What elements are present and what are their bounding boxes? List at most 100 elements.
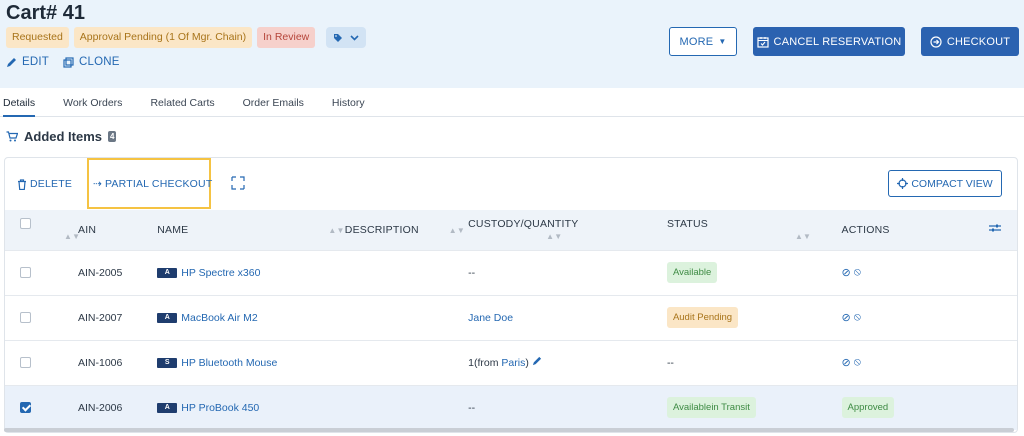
cancel-reservation-label: CANCEL RESERVATION xyxy=(773,35,902,48)
tab-details[interactable]: Details xyxy=(3,88,36,117)
more-button[interactable]: MORE ▼ xyxy=(669,27,737,56)
sort-icon[interactable]: ▲▼ xyxy=(64,232,80,241)
checkout-label: CHECKOUT xyxy=(946,35,1011,48)
reject-icon[interactable]: ⦸ xyxy=(854,311,861,324)
pencil-icon[interactable] xyxy=(532,356,542,366)
approve-icon[interactable]: ⊘ xyxy=(842,266,851,279)
item-name-link[interactable]: HP Spectre x360 xyxy=(181,267,260,279)
item-name-link[interactable]: HP Bluetooth Mouse xyxy=(181,357,277,369)
compact-view-button[interactable]: COMPACT VIEW xyxy=(888,170,1002,197)
cancel-reservation-button[interactable]: CANCEL RESERVATION xyxy=(753,27,905,56)
items-table: ▲▼ AIN NAME ▲▼ DESCRIPTION ▲▼ CUSTODY/QUAN… xyxy=(5,210,1017,430)
in-review-badge: In Review xyxy=(257,27,316,48)
tab-history[interactable]: History xyxy=(332,88,365,117)
row-checkbox[interactable] xyxy=(20,402,31,414)
tab-bar: Details Work Orders Related Carts Order … xyxy=(0,88,1024,117)
added-items-heading: Added Items 4 xyxy=(6,129,117,144)
added-items-title: Added Items xyxy=(24,129,103,144)
approve-icon[interactable]: ⊘ xyxy=(842,311,851,324)
asset-type-tag: A xyxy=(157,312,178,323)
status-badge: Audit Pending xyxy=(666,307,739,328)
clone-button[interactable]: CLONE xyxy=(63,56,120,68)
clone-label: CLONE xyxy=(79,56,120,68)
asset-type-tag: A xyxy=(157,402,178,413)
column-header-custody[interactable]: CUSTODY/QUANTITY xyxy=(468,218,578,230)
reject-icon[interactable]: ⦸ xyxy=(854,266,861,279)
asset-type-tag: S xyxy=(157,357,178,368)
arrow-right-icon: ⇢ xyxy=(93,178,102,190)
column-header-name[interactable]: NAME xyxy=(157,224,188,236)
compact-view-label: COMPACT VIEW xyxy=(911,177,993,190)
custody-cell: -- xyxy=(468,249,667,295)
row-checkbox[interactable] xyxy=(20,357,31,369)
tab-work-orders[interactable]: Work Orders xyxy=(63,88,122,117)
row-actions: ⊘ ⦸ xyxy=(842,356,861,369)
custody-cell: -- xyxy=(468,384,667,430)
page-title: Cart# 41 xyxy=(6,2,85,24)
custody-cell: 1(from Paris) xyxy=(468,339,667,385)
approve-icon[interactable]: ⊘ xyxy=(842,356,851,369)
sort-icon[interactable]: ▲▼ xyxy=(449,226,465,235)
table-header-row: ▲▼ AIN NAME ▲▼ DESCRIPTION ▲▼ CUSTODY/QUAN… xyxy=(5,210,1017,250)
pencil-icon xyxy=(7,57,16,67)
custody-close-paren: ) xyxy=(525,357,529,369)
table-row[interactable]: AIN-2005 A HP Spectre x360 -- Available ⊘… xyxy=(5,249,1017,295)
column-header-description[interactable]: DESCRIPTION xyxy=(345,224,419,236)
items-card: DELETE ⇢ PARTIAL CHECKOUT COMPACT VIEW ▲… xyxy=(4,157,1018,433)
cart-header: Cart# 41 Requested Approval Pending (1 O… xyxy=(0,0,1024,88)
swap-view-button[interactable] xyxy=(231,176,245,190)
location-link[interactable]: Paris xyxy=(501,357,525,369)
row-checkbox[interactable] xyxy=(20,312,31,324)
partial-checkout-button[interactable]: ⇢ PARTIAL CHECKOUT xyxy=(93,178,212,190)
more-label: MORE xyxy=(679,35,714,48)
table-row[interactable]: AIN-2006 A HP ProBook 450 -- Availablein … xyxy=(5,384,1017,430)
status-badge: Available xyxy=(666,262,718,283)
ain-cell: AIN-2006 xyxy=(78,384,158,430)
row-actions: ⊘ ⦸ xyxy=(842,266,861,279)
trash-icon xyxy=(18,178,26,190)
column-header-ain[interactable]: AIN xyxy=(78,224,96,236)
custody-quantity-text: 1(from xyxy=(468,357,502,369)
item-name-link[interactable]: MacBook Air M2 xyxy=(181,312,257,324)
horizontal-scrollbar[interactable] xyxy=(4,428,1014,432)
caret-down-icon: ▼ xyxy=(718,37,727,46)
sort-icon[interactable]: ▲▼ xyxy=(328,226,344,235)
custodian-link[interactable]: Jane Doe xyxy=(468,312,513,324)
table-row[interactable]: AIN-1006 S HP Bluetooth Mouse 1(from Pari… xyxy=(5,339,1017,385)
items-toolbar: DELETE ⇢ PARTIAL CHECKOUT COMPACT VIEW xyxy=(5,158,1017,209)
checkout-button[interactable]: CHECKOUT xyxy=(921,27,1019,56)
tab-related-carts[interactable]: Related Carts xyxy=(150,88,214,117)
edit-label: EDIT xyxy=(22,56,49,68)
delete-button[interactable]: DELETE xyxy=(17,178,72,190)
partial-checkout-label: PARTIAL CHECKOUT xyxy=(105,178,213,190)
approved-badge: Approved xyxy=(841,397,895,419)
clone-icon xyxy=(63,56,74,68)
approval-pending-badge: Approval Pending (1 Of Mgr. Chain) xyxy=(73,27,253,48)
edit-button[interactable]: EDIT xyxy=(6,56,49,68)
reject-icon[interactable]: ⦸ xyxy=(854,356,861,369)
select-all-checkbox[interactable] xyxy=(20,218,31,230)
chevron-down-icon xyxy=(350,34,359,41)
item-name-link[interactable]: HP ProBook 450 xyxy=(181,402,259,414)
sort-icon[interactable]: ▲▼ xyxy=(795,232,811,241)
calendar-icon xyxy=(756,36,769,48)
tab-order-emails[interactable]: Order Emails xyxy=(243,88,304,117)
column-header-actions: ACTIONS xyxy=(841,223,890,236)
item-count-badge: 4 xyxy=(108,131,117,142)
tag-dropdown-button[interactable] xyxy=(326,27,367,48)
table-row[interactable]: AIN-2007 A MacBook Air M2 Jane Doe Audit … xyxy=(5,294,1017,340)
ain-cell: AIN-1006 xyxy=(78,339,158,385)
row-checkbox[interactable] xyxy=(20,267,31,279)
cart-icon xyxy=(6,131,18,142)
column-header-status[interactable]: STATUS xyxy=(667,218,708,230)
sort-icon[interactable]: ▲▼ xyxy=(546,232,562,241)
arrow-circle-right-icon xyxy=(930,35,942,48)
status-badge: Availablein Transit xyxy=(666,397,756,419)
column-settings-icon[interactable] xyxy=(988,223,1001,233)
tag-icon xyxy=(334,33,343,42)
crosshair-icon xyxy=(897,178,909,189)
swap-icon xyxy=(231,176,245,190)
requested-badge: Requested xyxy=(6,27,69,48)
ain-cell: AIN-2005 xyxy=(78,249,158,295)
asset-type-tag: A xyxy=(157,267,178,278)
